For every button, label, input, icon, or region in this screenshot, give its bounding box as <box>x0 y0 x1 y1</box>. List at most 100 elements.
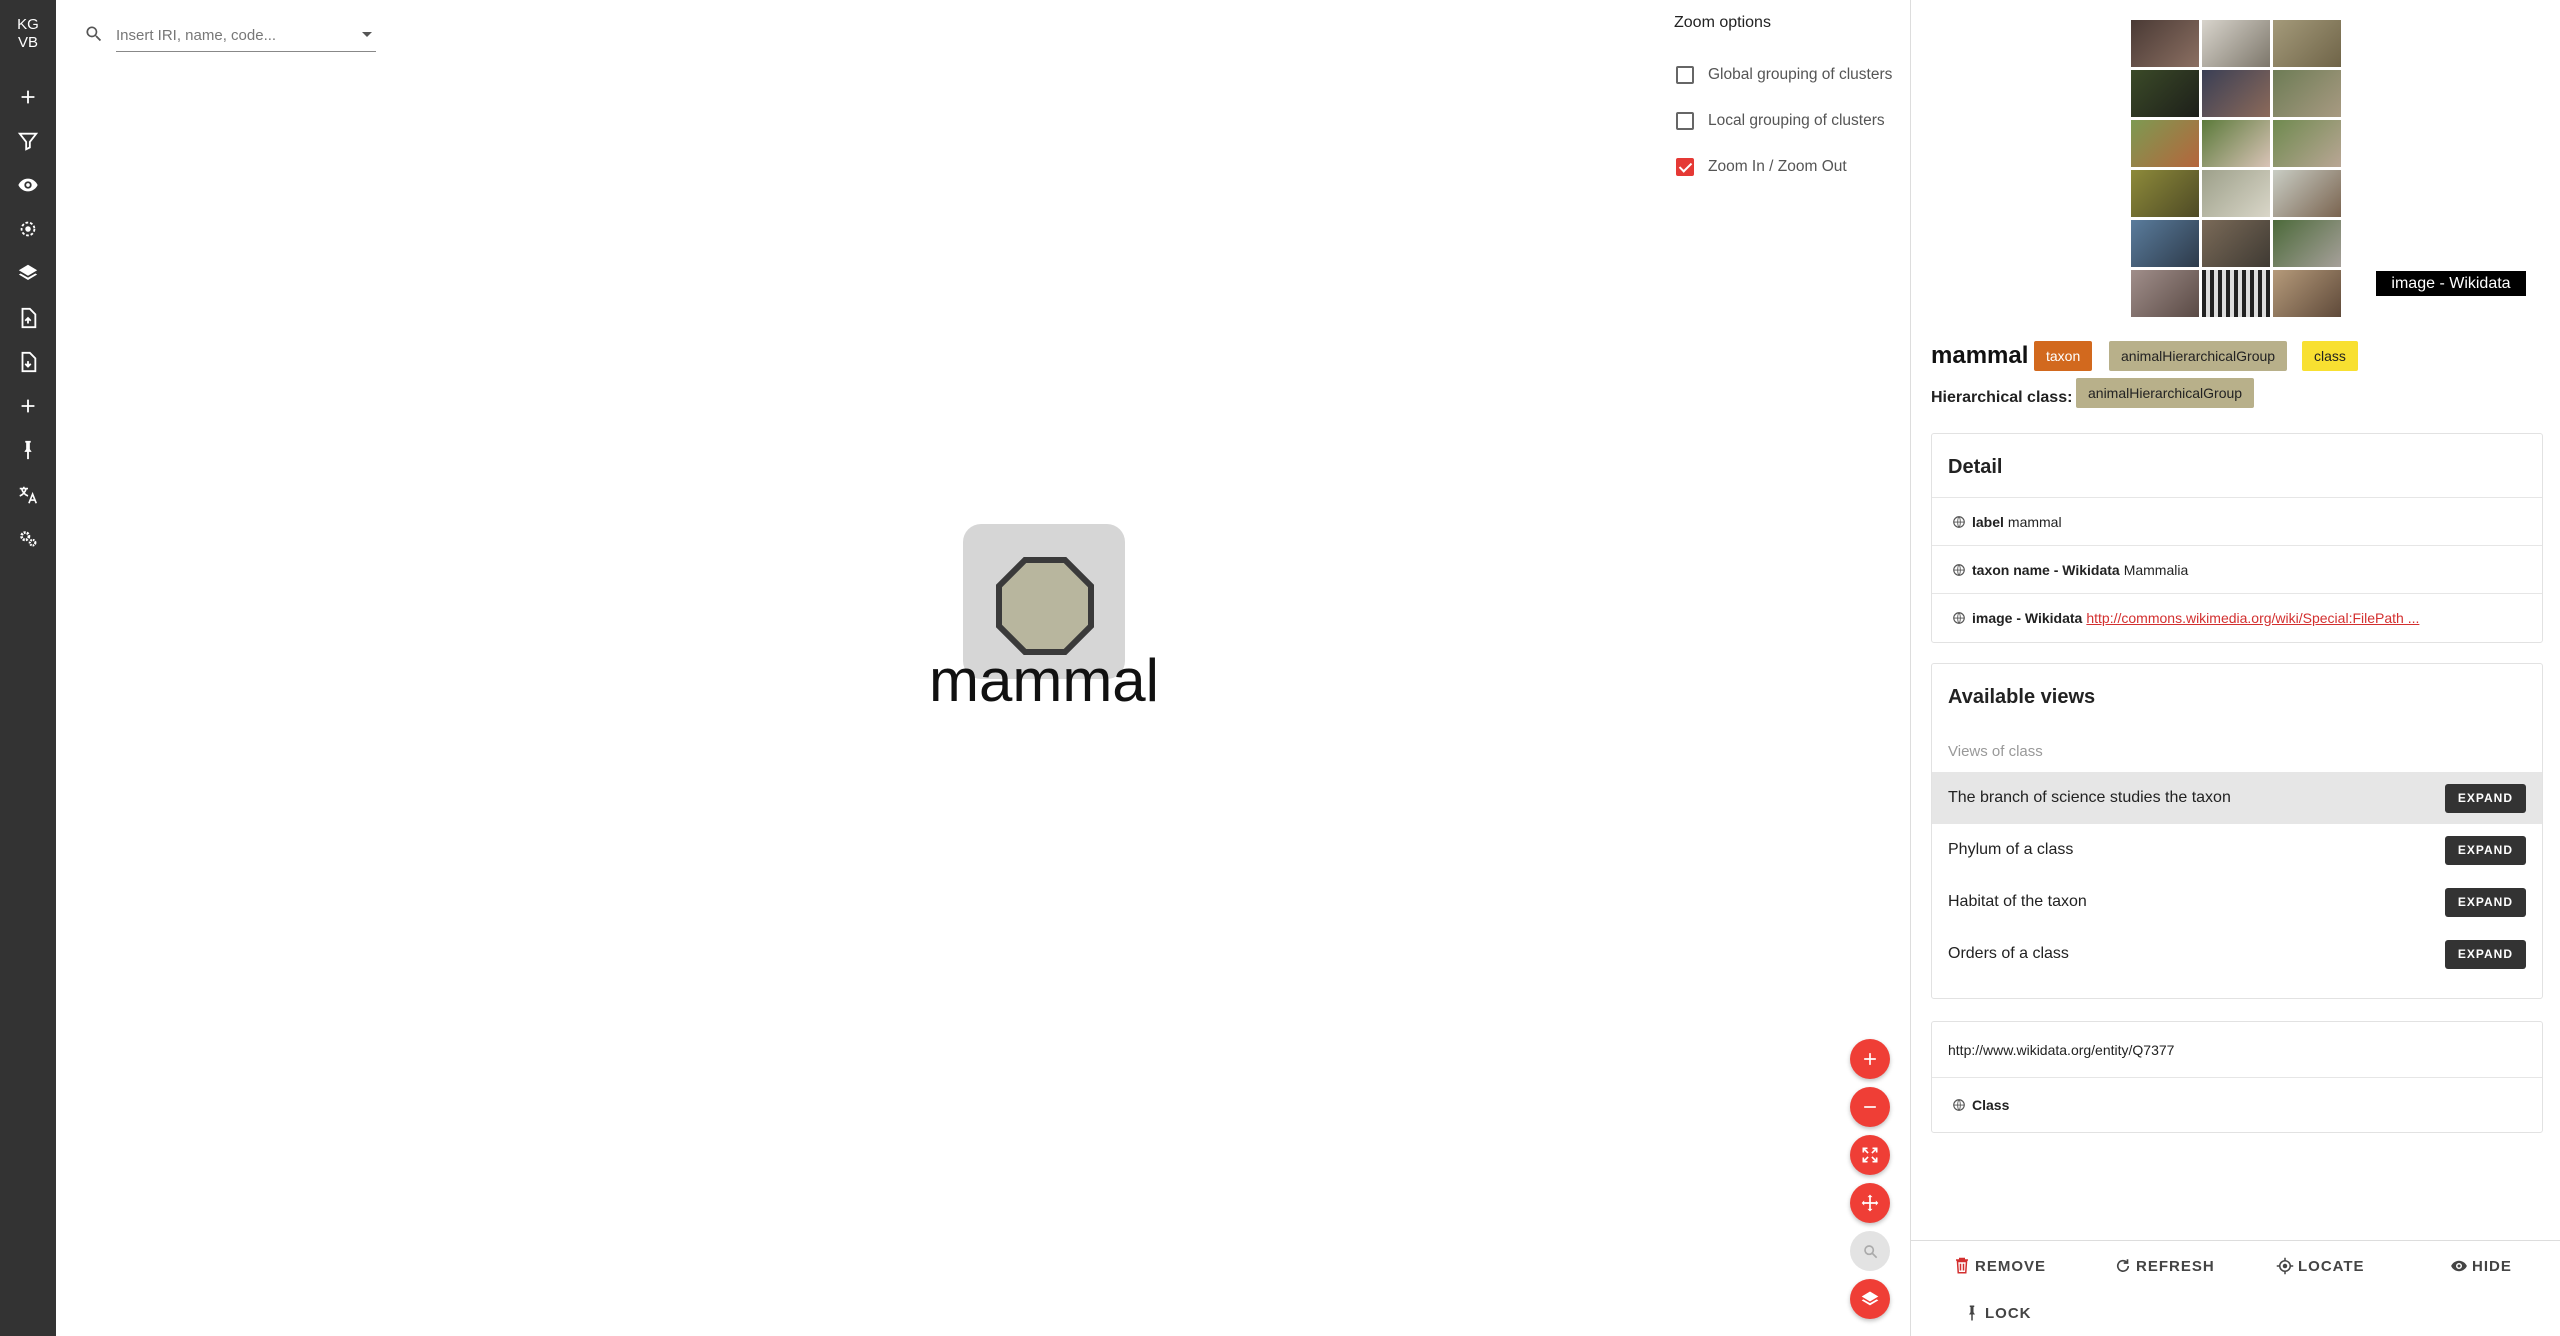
chip-hierarchical-class[interactable]: animalHierarchicalGroup <box>2076 378 2255 408</box>
thumb-image <box>2202 70 2270 117</box>
refresh-label: REFRESH <box>2136 1257 2215 1275</box>
class-row: Class <box>1932 1077 2542 1132</box>
graph-node-label[interactable]: mammal <box>900 646 1188 715</box>
pin-icon <box>1969 1305 1975 1321</box>
translate-icon[interactable] <box>14 481 42 509</box>
refresh-button[interactable]: REFRESH <box>2114 1257 2215 1275</box>
chip-class[interactable]: class <box>2302 341 2358 371</box>
file-import-icon[interactable] <box>14 348 42 376</box>
trash-icon <box>1956 1257 1968 1274</box>
local-grouping-checkbox[interactable] <box>1676 112 1694 130</box>
thumb-image <box>2131 120 2199 167</box>
detail-card: Detail label mammal taxon name - Wikidat… <box>1931 433 2543 643</box>
view-label: Phylum of a class <box>1948 841 2074 858</box>
view-label: Habitat of the taxon <box>1948 893 2087 910</box>
locate-icon <box>2276 1257 2294 1275</box>
class-label: Class <box>1972 1097 2010 1113</box>
thumb-image <box>2202 270 2270 317</box>
add-icon[interactable] <box>14 83 42 111</box>
file-export-icon[interactable] <box>14 304 42 332</box>
zoom-in-out-label: Zoom In / Zoom Out <box>1708 158 1847 175</box>
move-icon <box>1861 1194 1879 1212</box>
focus-button[interactable] <box>1850 1231 1890 1271</box>
entity-image-collage <box>2131 20 2343 320</box>
global-grouping-checkbox[interactable] <box>1676 66 1694 84</box>
entity-title: mammal <box>1931 342 2029 369</box>
remove-button[interactable]: REMOVE <box>1953 1257 2046 1275</box>
layers-icon[interactable] <box>14 259 42 287</box>
uri-card: http://www.wikidata.org/entity/Q7377 Cla… <box>1931 1021 2543 1133</box>
search-bar <box>84 20 376 52</box>
locate-button[interactable]: LOCATE <box>2276 1257 2365 1275</box>
detail-value: mammal <box>2007 513 2062 530</box>
locate-label: LOCATE <box>2298 1257 2365 1275</box>
zoom-in-button[interactable] <box>1850 1039 1890 1079</box>
view-row[interactable]: The branch of science studies the taxon … <box>1932 772 2542 824</box>
entity-uri[interactable]: http://www.wikidata.org/entity/Q7377 <box>1932 1022 2542 1077</box>
available-views-title: Available views <box>1948 686 2096 708</box>
brand-line-2: VB <box>17 34 38 51</box>
focus-icon <box>1864 1245 1878 1259</box>
view-row[interactable]: Orders of a class EXPAND <box>1932 928 2542 980</box>
thumb-image <box>2202 220 2270 267</box>
thumb-image <box>2131 270 2199 317</box>
option-local-grouping[interactable]: Local grouping of clusters <box>1674 98 1914 144</box>
refresh-icon <box>2116 1259 2130 1272</box>
option-zoom-in-out[interactable]: Zoom In / Zoom Out <box>1674 144 1914 190</box>
detail-row-taxon-name: taxon name - Wikidata Mammalia <box>1932 545 2542 593</box>
detail-value: Mammalia <box>2123 561 2189 578</box>
expand-button[interactable]: EXPAND <box>2444 835 2526 865</box>
chevron-down-icon[interactable] <box>362 32 372 37</box>
minus-icon <box>1864 1106 1876 1108</box>
global-grouping-label: Global grouping of clusters <box>1708 66 1893 83</box>
pan-button[interactable] <box>1850 1183 1890 1223</box>
expand-button[interactable]: EXPAND <box>2444 887 2526 917</box>
thumb-image <box>2131 170 2199 217</box>
chip-animal-hierarchical-group[interactable]: animalHierarchicalGroup <box>2109 341 2288 371</box>
search-input[interactable] <box>116 20 376 52</box>
thumb-image <box>2273 70 2341 117</box>
thumb-image <box>2273 120 2341 167</box>
layers-button[interactable] <box>1850 1279 1890 1319</box>
octagon-icon[interactable] <box>995 556 1095 656</box>
expand-button[interactable]: EXPAND <box>2444 939 2526 969</box>
detail-row-label: label mammal <box>1932 497 2542 545</box>
settings-icon[interactable] <box>14 525 42 553</box>
thumb-image <box>2273 20 2341 67</box>
view-row[interactable]: Phylum of a class EXPAND <box>1932 824 2542 876</box>
detail-key: taxon name - Wikidata <box>1972 561 2120 578</box>
target-icon[interactable] <box>14 215 42 243</box>
fit-screen-icon <box>1862 1147 1878 1163</box>
zoom-options: Zoom options Global grouping of clusters… <box>1674 14 1914 190</box>
option-global-grouping[interactable]: Global grouping of clusters <box>1674 52 1914 98</box>
available-views-card: Available views Views of class The branc… <box>1931 663 2543 999</box>
hide-button[interactable]: HIDE <box>2450 1257 2512 1275</box>
zoom-out-button[interactable] <box>1850 1087 1890 1127</box>
hierarchical-class-label: Hierarchical class: <box>1931 389 2073 406</box>
chip-taxon[interactable]: taxon <box>2034 341 2093 371</box>
lock-button[interactable]: LOCK <box>1963 1304 2032 1322</box>
pin-icon[interactable] <box>14 436 42 464</box>
view-row[interactable]: Habitat of the taxon EXPAND <box>1932 876 2542 928</box>
thumb-image <box>2202 120 2270 167</box>
image-caption: image - Wikidata <box>2376 271 2526 296</box>
expand-button[interactable]: EXPAND <box>2444 783 2526 813</box>
views-subtitle: Views of class <box>1948 743 2043 760</box>
zoom-in-out-checkbox[interactable] <box>1676 158 1694 176</box>
globe-icon <box>1953 1099 1965 1111</box>
brand-line-1: KG <box>17 16 39 33</box>
filter-icon[interactable] <box>14 127 42 155</box>
hide-label: HIDE <box>2472 1257 2512 1275</box>
fit-screen-button[interactable] <box>1850 1135 1890 1175</box>
brand-logo: KG VB <box>0 16 56 52</box>
view-label: Orders of a class <box>1948 945 2069 962</box>
add-node-icon[interactable] <box>14 392 42 420</box>
globe-icon <box>1953 515 1965 528</box>
action-bar: REMOVE REFRESH LOCATE HIDE LOCK <box>1911 1240 2560 1336</box>
image-link[interactable]: http://commons.wikimedia.org/wiki/Specia… <box>2086 610 2419 626</box>
thumb-image <box>2202 20 2270 67</box>
layers-icon <box>1861 1291 1879 1306</box>
eye-icon[interactable] <box>14 171 42 199</box>
eye-icon <box>2451 1260 2467 1272</box>
local-grouping-label: Local grouping of clusters <box>1708 112 1885 129</box>
